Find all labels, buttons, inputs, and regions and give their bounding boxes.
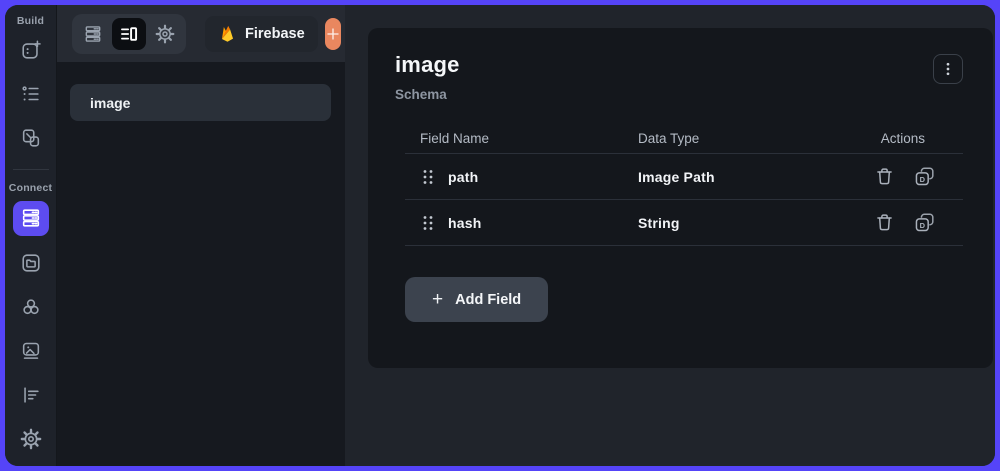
duplicate-field-button[interactable]: D bbox=[914, 212, 935, 233]
field-data-type: String bbox=[638, 214, 680, 231]
build-section-label: Build bbox=[16, 15, 45, 27]
add-field-button[interactable]: + Add Field bbox=[405, 277, 549, 322]
delete-field-button[interactable] bbox=[874, 166, 895, 187]
field-name: hash bbox=[448, 214, 482, 231]
sidebar-item-settings[interactable] bbox=[14, 422, 48, 455]
media-icon bbox=[20, 340, 42, 362]
schema-section-label: Schema bbox=[395, 87, 447, 102]
kebab-menu-icon bbox=[940, 61, 956, 77]
svg-text:D: D bbox=[920, 175, 926, 184]
column-header-actions: Actions bbox=[880, 130, 925, 146]
file-icon bbox=[20, 252, 42, 274]
logs-icon bbox=[20, 384, 42, 406]
collections-panel: Firebase image bbox=[57, 5, 345, 466]
firebase-button-label: Firebase bbox=[245, 25, 305, 42]
drag-handle-icon[interactable] bbox=[422, 215, 434, 231]
table-header-row: Field Name Data Type Actions bbox=[405, 123, 963, 153]
duplicate-icon: D bbox=[914, 166, 935, 187]
firebase-button[interactable]: Firebase bbox=[205, 15, 318, 52]
delete-icon bbox=[874, 212, 895, 233]
sidebar-divider bbox=[12, 168, 49, 170]
collection-settings-icon bbox=[155, 24, 175, 44]
integrations-icon bbox=[20, 296, 42, 318]
field-name: path bbox=[448, 168, 479, 185]
delete-field-button[interactable] bbox=[874, 212, 895, 233]
field-data-type: Image Path bbox=[638, 168, 715, 185]
drag-handle-icon[interactable] bbox=[422, 169, 434, 185]
settings-icon bbox=[20, 428, 42, 450]
sidebar-item-media[interactable] bbox=[14, 334, 48, 367]
main-area: image Schema Field Name Data Type Action… bbox=[345, 5, 995, 466]
card-header: image Schema bbox=[395, 52, 963, 102]
screenshot-frame: Build Connect Firebase image image Schem… bbox=[0, 0, 1000, 471]
pages-icon bbox=[20, 127, 42, 149]
sidebar-item-pages[interactable] bbox=[14, 122, 48, 155]
nav-sidebar: Build Connect bbox=[5, 5, 57, 466]
column-header-field-name: Field Name bbox=[420, 130, 490, 146]
table-row: hash String D bbox=[405, 200, 963, 245]
collection-item-label: image bbox=[90, 94, 131, 111]
table-view-icon bbox=[83, 24, 103, 44]
collections-toolbar: Firebase bbox=[57, 5, 345, 62]
schema-table: Field Name Data Type Actions path Image … bbox=[405, 123, 963, 246]
add-collection-plus-icon bbox=[325, 26, 341, 42]
schema-card: image Schema Field Name Data Type Action… bbox=[368, 28, 993, 368]
table-row: path Image Path D bbox=[405, 154, 963, 199]
add-collection-button[interactable] bbox=[324, 17, 341, 50]
database-icon bbox=[20, 207, 42, 229]
sidebar-item-logs[interactable] bbox=[14, 378, 48, 411]
collection-item-image[interactable]: image bbox=[70, 84, 331, 121]
sidebar-item-checklist[interactable] bbox=[14, 78, 48, 111]
sidebar-item-widgets[interactable] bbox=[14, 34, 48, 67]
table-view-button[interactable] bbox=[76, 18, 110, 50]
table-divider bbox=[405, 245, 963, 246]
schema-view-icon bbox=[119, 24, 139, 44]
collection-settings-button[interactable] bbox=[148, 18, 182, 50]
collection-menu-button[interactable] bbox=[933, 54, 963, 84]
sidebar-item-files[interactable] bbox=[14, 247, 48, 280]
delete-icon bbox=[874, 166, 895, 187]
checklist-icon bbox=[20, 83, 42, 105]
firebase-icon bbox=[218, 24, 237, 43]
collection-title: image bbox=[395, 52, 460, 77]
duplicate-icon: D bbox=[914, 212, 935, 233]
app-window: Build Connect Firebase image image Schem… bbox=[5, 5, 995, 466]
schema-view-button[interactable] bbox=[112, 17, 146, 50]
plus-icon: + bbox=[432, 289, 444, 310]
duplicate-field-button[interactable]: D bbox=[914, 166, 935, 187]
view-segmented-control bbox=[72, 13, 186, 54]
widget-add-icon bbox=[20, 39, 42, 61]
add-field-button-label: Add Field bbox=[455, 291, 522, 308]
svg-text:D: D bbox=[920, 221, 926, 230]
collections-list: image bbox=[57, 62, 345, 466]
sidebar-item-database[interactable] bbox=[12, 200, 49, 236]
column-header-data-type: Data Type bbox=[638, 130, 700, 146]
sidebar-item-integrations[interactable] bbox=[14, 290, 48, 323]
connect-section-label: Connect bbox=[8, 181, 53, 194]
